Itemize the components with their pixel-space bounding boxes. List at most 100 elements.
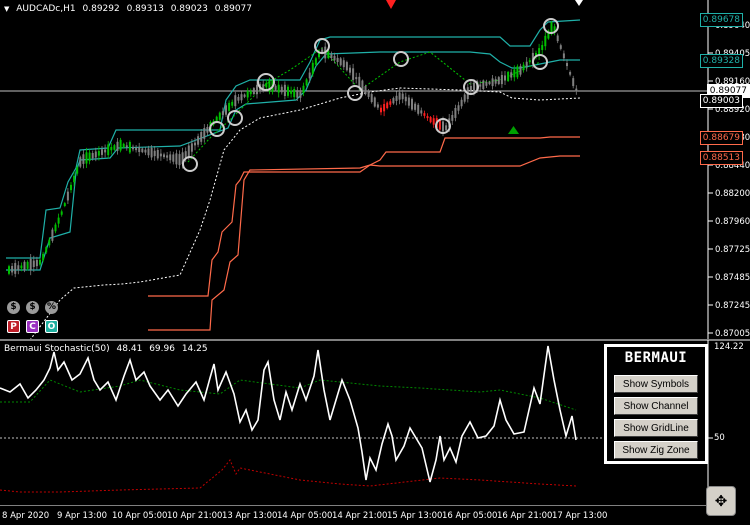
candle-body: [277, 84, 280, 93]
candle-body: [287, 86, 289, 96]
candle-body: [60, 211, 63, 215]
dollar-icon[interactable]: $: [7, 301, 20, 314]
candle-body: [110, 147, 113, 151]
price-chart[interactable]: 0.896400.894050.891600.889200.886800.884…: [0, 0, 750, 341]
candle-body: [376, 104, 379, 108]
candle-body: [522, 64, 525, 71]
candle-body: [280, 86, 283, 93]
label-upper-channel: 0.89328: [699, 54, 743, 68]
candle-body: [417, 104, 420, 114]
c-button[interactable]: C: [26, 320, 39, 333]
p-button[interactable]: P: [7, 320, 20, 333]
candle-body: [544, 35, 547, 47]
candle-body: [70, 184, 72, 191]
indicator-value-3: 14.25: [181, 344, 208, 354]
candle-body: [156, 150, 159, 159]
candle-body: [572, 78, 575, 87]
percent-icon[interactable]: %: [45, 301, 58, 314]
candle-body: [234, 95, 237, 107]
candle-body: [454, 107, 457, 118]
price-tick-label: 0.87245: [715, 301, 750, 311]
indicator-name: Bermaui Stochastic(50): [4, 344, 110, 354]
candle-body: [507, 71, 510, 81]
show-zig-zone-button[interactable]: Show Zig Zone: [614, 441, 698, 459]
dollar-alt-icon[interactable]: $: [26, 301, 39, 314]
candle-body: [445, 125, 448, 131]
candle-body: [85, 152, 88, 164]
candle-body: [469, 85, 472, 91]
time-label: 16 Apr 05:00: [442, 511, 498, 521]
lower-band-a: [148, 136, 580, 297]
candle-body: [491, 78, 494, 87]
collapse-icon[interactable]: ▼: [4, 5, 9, 13]
candle-body: [575, 88, 578, 92]
candle-body: [249, 91, 252, 95]
candle-body: [94, 151, 97, 158]
candle-body: [429, 117, 432, 123]
candle-body: [349, 67, 351, 73]
time-label: 9 Apr 13:00: [57, 511, 108, 521]
label-bottom-channel: 0.88513: [699, 151, 743, 165]
upper-channel-line: [6, 19, 581, 259]
candle-body: [20, 265, 23, 269]
candle-body: [17, 265, 20, 271]
candle-body: [45, 247, 48, 253]
candle-body: [107, 144, 110, 156]
candle-body: [132, 146, 134, 150]
label-lower-channel: 0.88679: [699, 131, 743, 145]
candle-body: [88, 152, 91, 161]
bermaui-panel: BERMAUI Show Symbols Show Channel Show G…: [604, 344, 708, 464]
trail-dotted-line: [187, 47, 541, 163]
candle-body: [79, 157, 82, 167]
signal-marker[interactable]: [182, 156, 198, 172]
candle-body: [119, 139, 122, 151]
candle-body: [63, 203, 66, 207]
candle-body: [305, 79, 308, 86]
candle-body: [559, 45, 562, 49]
time-label: 10 Apr 21:00: [167, 511, 223, 521]
candle-body: [327, 50, 330, 59]
candle-body: [500, 75, 503, 85]
candle-body: [231, 101, 234, 106]
move-icon[interactable]: ✥: [706, 486, 736, 516]
candle-body: [488, 81, 491, 85]
o-button[interactable]: O: [45, 320, 58, 333]
indicator-axis-top: 124.22: [714, 342, 744, 352]
signal-marker[interactable]: [347, 85, 363, 101]
stochastic-line: [0, 345, 577, 483]
candle-body: [460, 99, 463, 107]
chart-shift-icon[interactable]: [575, 0, 583, 6]
show-channel-button[interactable]: Show Channel: [614, 397, 698, 415]
candle-body: [73, 175, 76, 183]
candle-body: [383, 104, 386, 112]
bermaui-title: BERMAUI: [624, 350, 688, 366]
candle-body: [339, 58, 342, 66]
candle-body: [125, 145, 128, 148]
candle-body: [386, 102, 389, 109]
time-label: 10 Apr 05:00: [112, 511, 168, 521]
candle-body: [57, 217, 60, 224]
candle-body: [172, 154, 175, 162]
signal-marker[interactable]: [209, 121, 225, 137]
candle-body: [389, 101, 392, 105]
show-gridline-button[interactable]: Show GridLine: [614, 419, 698, 437]
candle-body: [314, 58, 317, 65]
signal-marker[interactable]: [393, 51, 409, 67]
price-tick-label: 0.87725: [715, 245, 750, 255]
signal-marker[interactable]: [532, 54, 548, 70]
candle-body: [420, 110, 423, 114]
candle-body: [311, 62, 314, 75]
candle-body: [342, 60, 345, 68]
candle-body: [457, 105, 460, 111]
candle-body: [178, 154, 181, 166]
price-tick-label: 0.87960: [715, 217, 750, 227]
show-symbols-button[interactable]: Show Symbols: [614, 375, 698, 393]
candle-body: [528, 60, 531, 63]
candle-body: [35, 259, 38, 267]
candle-body: [510, 72, 513, 78]
candle-body: [32, 260, 35, 268]
candle-body: [144, 149, 147, 153]
price-tick-label: 0.88200: [715, 189, 750, 199]
indicator-value-1: 48.41: [116, 344, 143, 354]
candle-body: [194, 142, 196, 146]
